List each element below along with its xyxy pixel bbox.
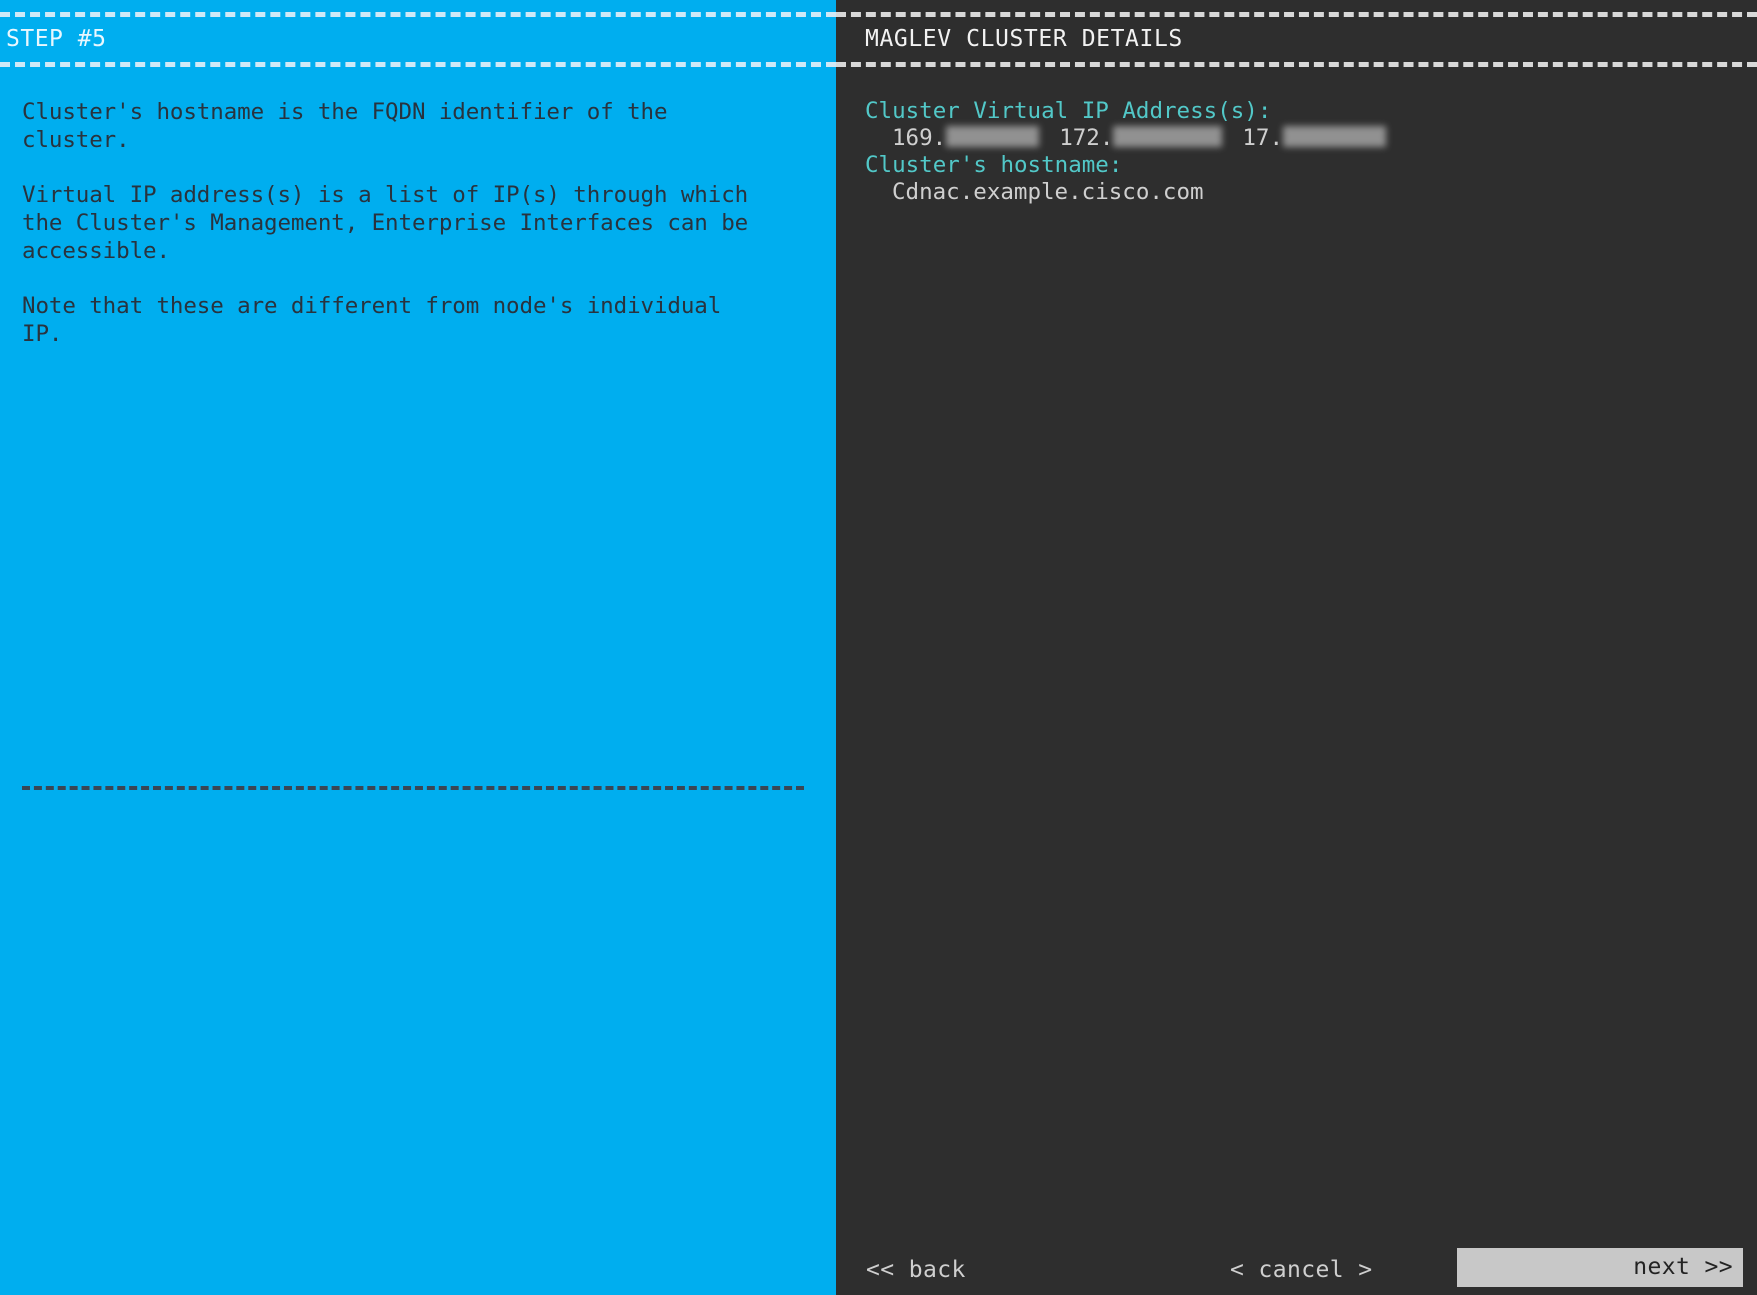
details-panel-top-divider — [836, 12, 1757, 17]
virtual-ip-entry-3-prefix: 17. — [1242, 125, 1284, 151]
virtual-ip-entry-2-redaction — [1113, 126, 1223, 147]
help-panel-section-divider — [22, 786, 804, 790]
virtual-ip-entry-1[interactable]: 169. — [892, 125, 1040, 152]
virtual-ip-entry-3-redaction — [1283, 126, 1387, 147]
help-paragraph-note: Note that these are different from node'… — [22, 293, 722, 347]
virtual-ip-entry-3[interactable]: 17. — [1242, 125, 1387, 152]
virtual-ip-label: Cluster Virtual IP Address(s): — [865, 98, 1272, 124]
help-text-body: Cluster's hostname is the FQDN identifie… — [22, 98, 812, 375]
help-panel: STEP #5 Cluster's hostname is the FQDN i… — [0, 0, 836, 1295]
next-button[interactable]: next >> — [1457, 1248, 1743, 1287]
wizard-footer: << back < cancel > next >> — [836, 1248, 1757, 1295]
help-panel-top-divider — [0, 12, 836, 17]
details-panel-title: MAGLEV CLUSTER DETAILS — [865, 26, 1183, 52]
back-button[interactable]: << back — [866, 1253, 966, 1287]
virtual-ip-entry-2-prefix: 172. — [1059, 125, 1114, 151]
cluster-details-panel: MAGLEV CLUSTER DETAILS Cluster Virtual I… — [836, 0, 1757, 1295]
details-fields-container: Cluster Virtual IP Address(s): 169. 172. 1… — [865, 98, 1745, 206]
help-paragraph-hostname: Cluster's hostname is the FQDN identifie… — [22, 99, 668, 153]
virtual-ip-value-row[interactable]: 169. 172. 17. — [865, 125, 1745, 152]
cluster-hostname-value[interactable]: Cdnac.example.cisco.com — [865, 179, 1745, 206]
maglev-config-wizard-screen: STEP #5 Cluster's hostname is the FQDN i… — [0, 0, 1757, 1295]
virtual-ip-entry-1-prefix: 169. — [892, 125, 947, 151]
virtual-ip-entry-1-redaction — [946, 126, 1040, 147]
cluster-hostname-label: Cluster's hostname: — [865, 152, 1123, 178]
help-paragraph-virtual-ip: Virtual IP address(s) is a list of IP(s)… — [22, 182, 749, 264]
help-panel-header-divider — [0, 62, 836, 67]
details-panel-header-divider — [836, 62, 1757, 67]
virtual-ip-entry-2[interactable]: 172. — [1059, 125, 1223, 152]
step-title: STEP #5 — [6, 26, 107, 52]
cancel-button[interactable]: < cancel > — [1230, 1253, 1372, 1287]
